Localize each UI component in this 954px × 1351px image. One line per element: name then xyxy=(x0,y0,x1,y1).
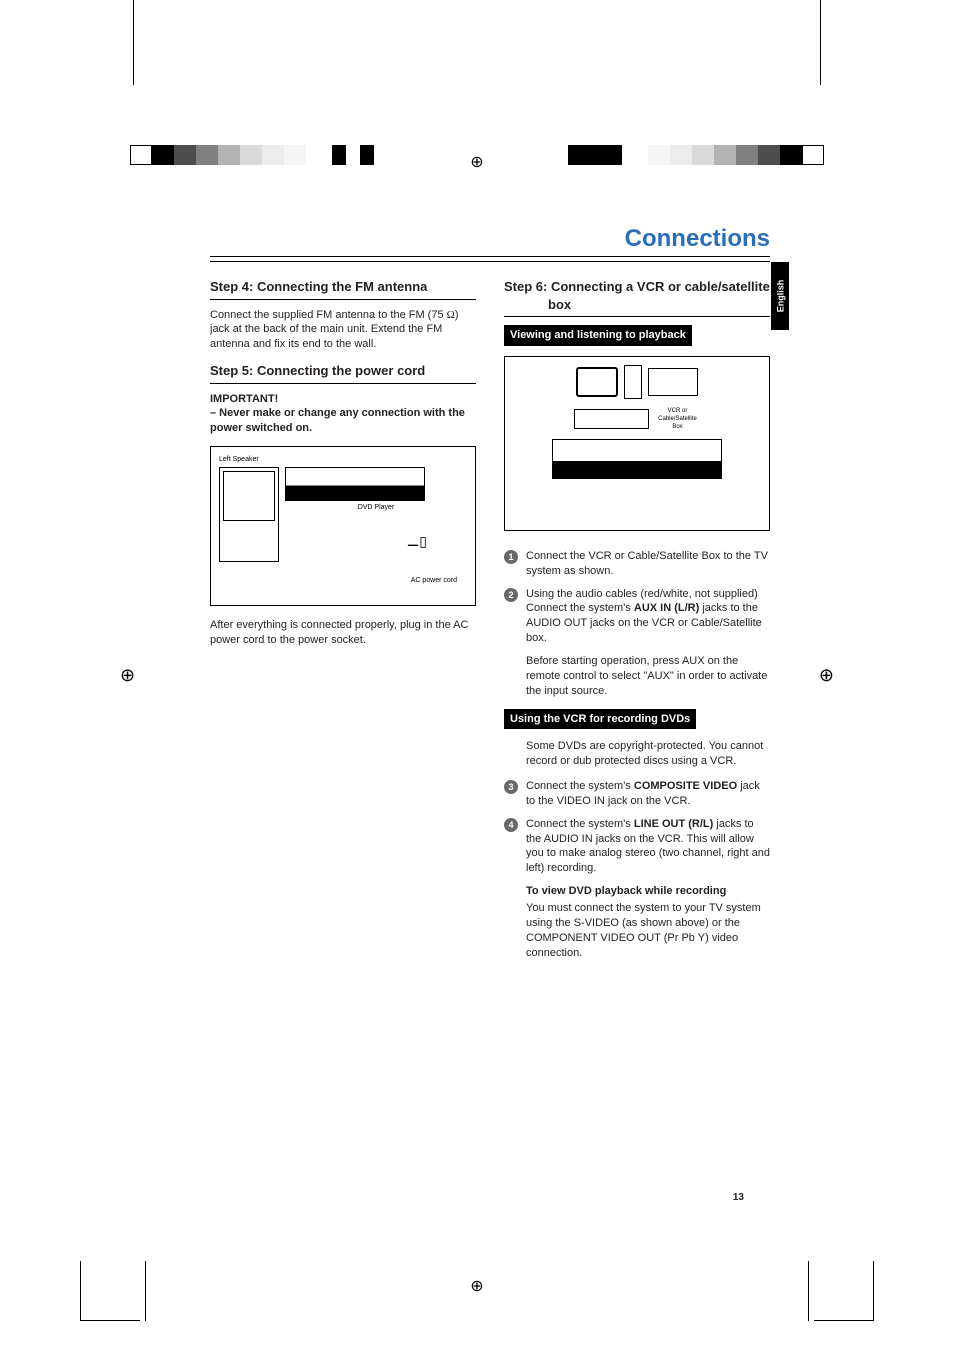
registration-mark-icon: ⊕ xyxy=(819,665,834,686)
manual-page: ⊕ ⊕ ⊕ ⊕ English Connections Step 4: Conn… xyxy=(0,0,954,1351)
speaker-icon xyxy=(219,467,279,562)
content-area: Connections Step 4: Connecting the FM an… xyxy=(210,225,770,960)
text: Connect the system's xyxy=(526,780,634,792)
crop-mark xyxy=(145,1261,146,1321)
subheading-viewing: Viewing and listening to playback xyxy=(504,325,692,346)
figure-label-dvd: DVD Player xyxy=(285,503,467,512)
step-number-icon: 3 xyxy=(504,780,518,794)
crop-mark xyxy=(820,0,821,85)
grey-swatches-right xyxy=(568,145,824,165)
figure-label-vcr: VCR or Cable/Satellite Box xyxy=(655,407,700,431)
step-number-icon: 4 xyxy=(504,818,518,832)
copy-protect-text: Some DVDs are copyright-protected. You c… xyxy=(526,739,770,769)
rule xyxy=(210,261,770,262)
aux-note: Before starting operation, press AUX on … xyxy=(526,654,770,699)
text: Before starting operation, press xyxy=(526,655,682,667)
two-column-layout: Step 4: Connecting the FM antenna Connec… xyxy=(210,272,770,960)
bold-text: S-VIDEO xyxy=(574,917,619,929)
step4-heading: Step 4: Connecting the FM antenna xyxy=(210,278,476,300)
crop-mark xyxy=(814,1261,874,1321)
figure-power-connection: Left Speaker DVD Player ⚊▯ AC power cord xyxy=(210,446,476,606)
bold-text: AUX xyxy=(682,655,705,667)
step-item-2: 2 Using the audio cables (red/white, not… xyxy=(504,587,770,646)
subheading-recording: Using the VCR for recording DVDs xyxy=(504,709,696,730)
step-number-icon: 1 xyxy=(504,550,518,564)
step4-text: Connect the system's LINE OUT (R/L) jack… xyxy=(526,817,770,876)
rca-panel-icon xyxy=(648,368,698,396)
page-title: Connections xyxy=(210,225,770,257)
right-column: Step 6: Connecting a VCR or cable/satell… xyxy=(504,272,770,960)
figure-label-ac: AC power cord xyxy=(285,576,467,585)
speaker-tower-icon xyxy=(624,365,642,399)
bold-text: LINE OUT (R/L) xyxy=(634,818,713,830)
plug-icon: ⚊▯ xyxy=(285,532,467,551)
view-playback-body: You must connect the system to your TV s… xyxy=(526,901,770,960)
registration-mark-icon: ⊕ xyxy=(470,1276,483,1296)
text: Connect the system's xyxy=(526,818,634,830)
crop-mark xyxy=(133,0,134,85)
step1-text: Connect the VCR or Cable/Satellite Box t… xyxy=(526,549,770,579)
important-heading: IMPORTANT! xyxy=(210,392,476,407)
grey-swatches-left xyxy=(130,145,374,165)
left-column: Step 4: Connecting the FM antenna Connec… xyxy=(210,272,476,960)
view-playback-heading: To view DVD playback while recording xyxy=(526,884,770,899)
after-connect-text: After everything is connected properly, … xyxy=(210,618,476,648)
language-label: English xyxy=(775,280,785,313)
figure-label-left-speaker: Left Speaker xyxy=(219,455,467,464)
registration-mark-icon: ⊕ xyxy=(120,665,135,686)
step-item-4: 4 Connect the system's LINE OUT (R/L) ja… xyxy=(504,817,770,876)
bold-text: COMPONENT VIDEO OUT xyxy=(526,932,661,944)
important-body: – Never make or change any connection wi… xyxy=(210,406,476,436)
page-number: 13 xyxy=(733,1192,744,1203)
registration-mark-icon: ⊕ xyxy=(470,152,483,172)
step-item-1: 1 Connect the VCR or Cable/Satellite Box… xyxy=(504,549,770,579)
bold-text: AUX IN (L/R) xyxy=(634,602,699,614)
step5-heading: Step 5: Connecting the power cord xyxy=(210,362,476,384)
dvd-player-icon xyxy=(285,467,425,501)
figure-vcr-connection: VCR or Cable/Satellite Box xyxy=(504,356,770,531)
tv-icon xyxy=(576,367,618,397)
dvd-player-icon xyxy=(552,439,722,479)
step2-text: Using the audio cables (red/white, not s… xyxy=(526,587,770,646)
step3-text: Connect the system's COMPOSITE VIDEO jac… xyxy=(526,779,770,809)
step6-heading: Step 6: Connecting a VCR or cable/satell… xyxy=(504,278,770,317)
text: (as shown above) or the xyxy=(619,917,740,929)
crop-mark xyxy=(808,1261,809,1321)
language-tab: English xyxy=(771,262,789,330)
step-item-3: 3 Connect the system's COMPOSITE VIDEO j… xyxy=(504,779,770,809)
omega-symbol: Ω xyxy=(447,309,455,321)
vcr-icon xyxy=(574,409,649,429)
bold-text: COMPOSITE VIDEO xyxy=(634,780,737,792)
text: Connect the supplied FM antenna to the F… xyxy=(210,309,447,321)
step-number-icon: 2 xyxy=(504,588,518,602)
step4-body: Connect the supplied FM antenna to the F… xyxy=(210,308,476,353)
crop-mark xyxy=(80,1261,140,1321)
